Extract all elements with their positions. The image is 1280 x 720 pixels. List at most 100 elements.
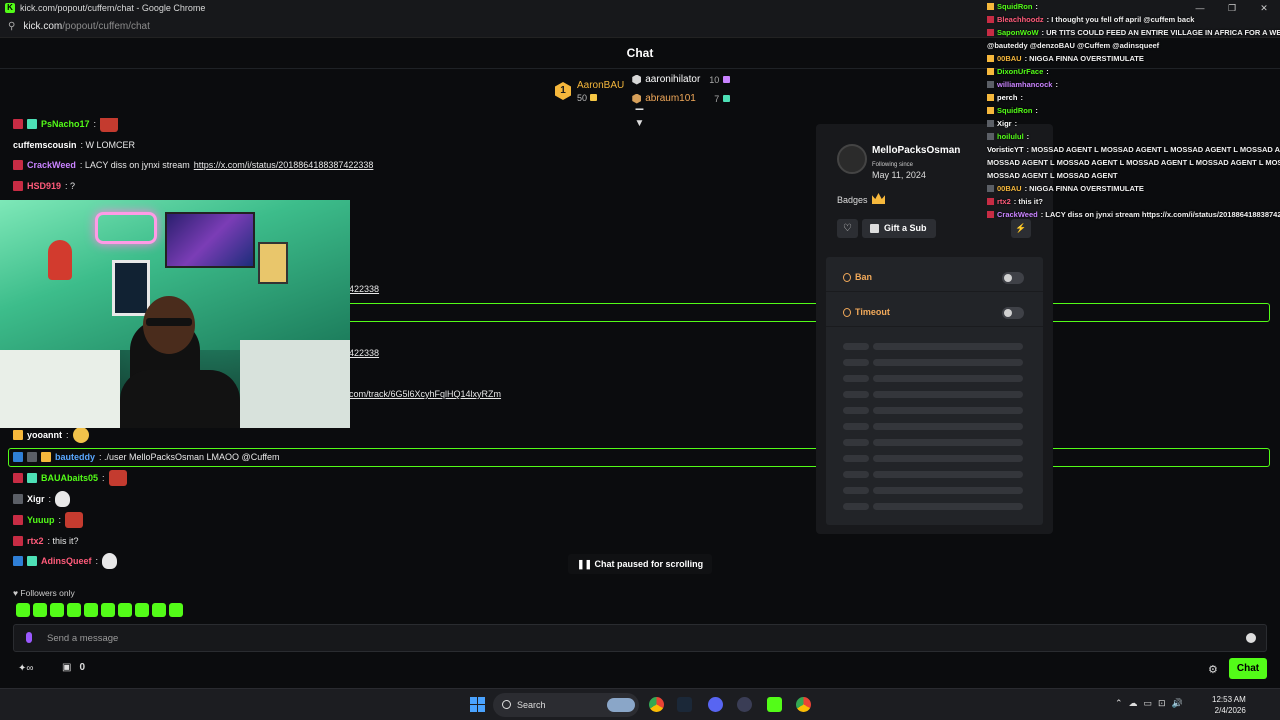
leaderboard-count: 10 xyxy=(709,74,720,85)
skeleton-bar xyxy=(873,423,1023,430)
channel-points-icon[interactable]: ✦∞ xyxy=(18,663,34,674)
leaderboard-count: 7 xyxy=(714,93,720,104)
follow-heart-button[interactable]: ♡ xyxy=(837,219,858,238)
mic-icon[interactable] xyxy=(26,632,32,643)
quick-emote-bar xyxy=(16,603,183,617)
send-chat-button[interactable]: Chat xyxy=(1229,658,1267,679)
emote-icon[interactable] xyxy=(16,603,30,617)
overlay-text: : LACY diss on jynxi stream https://x.co… xyxy=(1040,210,1280,219)
taskbar-search[interactable]: Search xyxy=(493,693,639,717)
overlay-text: : this it? xyxy=(1013,197,1043,206)
message-input[interactable] xyxy=(47,629,1197,647)
chat-username[interactable]: BAUAbaits05 xyxy=(41,473,98,483)
overlay-chat-line: 00BAU: NIGGA FINNA OVERSTIMULATE xyxy=(987,54,1144,63)
emote-icon[interactable] xyxy=(50,603,64,617)
overlay-username: perch xyxy=(997,93,1018,102)
chat-username[interactable]: PsNacho17 xyxy=(41,119,90,129)
leaderboard-name: aaronihilator xyxy=(645,74,701,85)
emote-icon[interactable] xyxy=(118,603,132,617)
overlay-text: @bauteddy @denzoBAU @Cuffem @adinsqueef xyxy=(987,41,1160,50)
chat-username[interactable]: rtx2 xyxy=(27,536,44,546)
clock-date: 2/4/2026 xyxy=(1214,706,1246,715)
chat-link[interactable]: com/track/6G5l6XcyhFqlHQ14lxyRZm xyxy=(349,389,501,399)
overlay-chat-line: 00BAU: NIGGA FINNA OVERSTIMULATE xyxy=(987,184,1144,193)
rank-hex-icon xyxy=(632,93,642,104)
chat-message: cuffemscousin: W LOMCER xyxy=(13,138,135,152)
chat-username[interactable]: HSD919 xyxy=(27,181,61,191)
chat-paused-indicator[interactable]: ❚❚ Chat paused for scrolling xyxy=(568,554,712,574)
chat-link[interactable]: 422338 xyxy=(349,348,379,358)
badge-icon xyxy=(987,68,994,75)
chat-username[interactable]: yooannt xyxy=(27,430,62,440)
badge-icon xyxy=(987,94,994,101)
emote-icon[interactable] xyxy=(169,603,183,617)
chat-username[interactable]: bauteddy xyxy=(55,452,95,462)
badge-icon xyxy=(987,81,994,88)
overlay-text: : xyxy=(1035,2,1038,11)
emote-icon[interactable] xyxy=(152,603,166,617)
overlay-text: : NIGGA FINNA OVERSTIMULATE xyxy=(1024,54,1144,63)
leaderboard-item[interactable]: abraum101 7 xyxy=(632,93,731,104)
skull-emote-icon xyxy=(55,491,71,507)
skeleton-bar xyxy=(843,375,869,382)
ban-toggle[interactable] xyxy=(1002,272,1024,284)
overlay-chat-line: hoilulul: xyxy=(987,132,1029,141)
chat-username[interactable]: AdinsQueef xyxy=(41,556,92,566)
chat-message: Xigr: xyxy=(13,491,71,507)
badge-icon xyxy=(13,119,23,129)
chat-message: BAUAbaits05: xyxy=(13,470,127,486)
chat-link[interactable]: 422338 xyxy=(349,284,379,294)
skeleton-bar xyxy=(873,487,1023,494)
chrome-icon[interactable] xyxy=(649,697,664,712)
windows-start-icon[interactable] xyxy=(470,697,485,712)
chat-username[interactable]: cuffemscousin xyxy=(13,140,77,150)
overlay-username: 00BAU xyxy=(997,184,1022,193)
emote-icon xyxy=(102,553,118,569)
kick-app-icon[interactable] xyxy=(767,697,782,712)
rank-hex-icon xyxy=(632,74,642,85)
neon-sign xyxy=(95,212,157,244)
chat-message: bauteddy: ./user MelloPacksOsman LMAOO @… xyxy=(13,450,280,464)
gift-sub-button[interactable]: Gift a Sub xyxy=(862,219,936,238)
chat-link[interactable]: https://x.com/i/status/20188641883874223… xyxy=(194,160,374,170)
emote-icon[interactable] xyxy=(33,603,47,617)
emote-icon[interactable] xyxy=(101,603,115,617)
overlay-username: CrackWeed xyxy=(997,210,1038,219)
moderation-panel: Ban Timeout xyxy=(826,257,1043,525)
settings-gear-icon[interactable]: ⚙ xyxy=(1208,663,1218,676)
badge-icon xyxy=(41,452,51,462)
chat-username[interactable]: CrackWeed xyxy=(27,160,76,170)
leaderboard-first[interactable]: 1 AaronBAU 50 xyxy=(555,74,624,108)
emote-icon[interactable] xyxy=(135,603,149,617)
chat-text: : this it? xyxy=(47,536,79,546)
badge-icon xyxy=(13,536,23,546)
leaderboard-item[interactable]: aaronihilator 10 xyxy=(632,74,731,85)
chrome-active-icon[interactable] xyxy=(796,697,811,712)
steam-icon[interactable] xyxy=(677,697,692,712)
badge-icon xyxy=(13,160,23,170)
app-icon[interactable] xyxy=(737,697,752,712)
timeout-toggle[interactable] xyxy=(1002,307,1024,319)
system-tray-icons[interactable]: ⌃☁▭⊡🔊 xyxy=(1115,698,1189,709)
overlay-username: DixonUrFace xyxy=(997,67,1044,76)
chat-username[interactable]: Xigr xyxy=(27,494,45,504)
badge-icon xyxy=(13,430,23,440)
figure xyxy=(48,240,72,280)
discord-icon[interactable] xyxy=(708,697,723,712)
ban-icon xyxy=(843,272,851,282)
emote-icon[interactable] xyxy=(84,603,98,617)
badges-label: Badges xyxy=(837,195,868,205)
site-info-icon[interactable]: ⚲ xyxy=(8,21,15,32)
points-counter[interactable]: ▣ 0 xyxy=(62,662,85,673)
chat-username[interactable]: Yuuup xyxy=(27,515,55,525)
skeleton-bar xyxy=(873,375,1023,382)
poster xyxy=(258,242,288,284)
emoji-picker-icon[interactable] xyxy=(1246,633,1256,643)
overlay-text: MOSSAD AGENT L MOSSAD AGENT xyxy=(987,171,1118,180)
followers-only-notice: ♥ Followers only xyxy=(13,588,75,598)
taskbar-clock[interactable]: 12:53 AM 2/4/2026 xyxy=(1212,694,1246,716)
chat-text: : ? xyxy=(65,181,76,191)
user-card-username[interactable]: MelloPacksOsman xyxy=(872,145,960,156)
overlay-chat-line: DixonUrFace: xyxy=(987,67,1049,76)
emote-icon[interactable] xyxy=(67,603,81,617)
